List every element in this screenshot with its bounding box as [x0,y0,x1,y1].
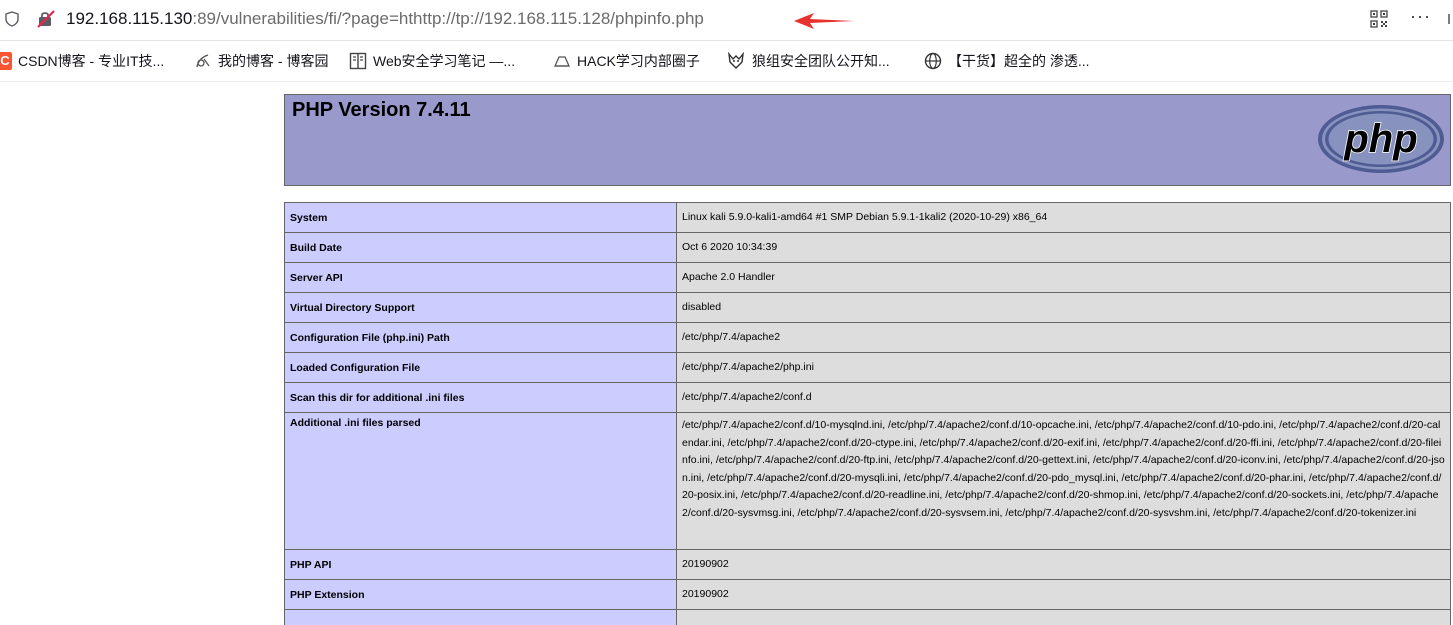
php-logo-icon[interactable]: php [1316,102,1446,176]
table-row: Server API Apache 2.0 Handler [284,262,1451,293]
bookmark-label: 我的博客 - 博客园 [218,53,329,69]
bookmark-hack-circle[interactable]: HACK学习内部圈子 [553,41,700,81]
table-row: Additional .ini files parsed /etc/php/7.… [284,412,1451,550]
row-value: /etc/php/7.4/apache2/php.ini [676,352,1451,383]
tent-icon [553,56,571,67]
bookmark-csdn[interactable]: C CSDN博客 - 专业IT技... [0,41,164,81]
row-key: PHP Extension [284,579,677,610]
row-value: /etc/php/7.4/apache2/conf.d [676,382,1451,413]
php-version-title: PHP Version 7.4.11 [292,99,471,121]
globe-icon [924,52,942,70]
row-key: Additional .ini files parsed [284,412,677,550]
php-logo-text: php [1343,117,1417,161]
bookmark-wolf-group[interactable]: 狼组安全团队公开知... [726,41,890,81]
row-key [284,609,677,625]
bookmark-pentest[interactable]: 【干货】超全的 渗透... [924,41,1090,81]
row-value: Linux kali 5.9.0-kali1-amd64 #1 SMP Debi… [676,202,1451,233]
url-path: :89/vulnerabilities/fi/?page=hthttp://tp… [192,9,704,28]
table-row: PHP API 20190902 [284,549,1451,580]
table-row [284,609,1451,625]
bookmark-label: 狼组安全团队公开知... [752,53,890,69]
table-row: System Linux kali 5.9.0-kali1-amd64 #1 S… [284,202,1451,233]
row-key: Configuration File (php.ini) Path [284,322,677,353]
row-value: disabled [676,292,1451,323]
row-value: /etc/php/7.4/apache2 [676,322,1451,353]
row-key: PHP API [284,549,677,580]
row-value: Oct 6 2020 10:34:39 [676,232,1451,263]
pin-icon[interactable] [1444,12,1453,26]
php-info-table: System Linux kali 5.9.0-kali1-amd64 #1 S… [284,202,1451,625]
bookmark-label: 【干货】超全的 渗透... [948,53,1090,69]
annotation-arrow-icon [794,13,854,29]
page-content: PHP Version 7.4.11 php System Linux kali… [0,82,1453,625]
bookmarks-bar: C CSDN博客 - 专业IT技... 我的博客 - 博客园 Web安全学习笔记… [0,41,1453,82]
row-value: 20190902 [676,549,1451,580]
table-row: Scan this dir for additional .ini files … [284,382,1451,413]
bookmark-cnblogs[interactable]: 我的博客 - 博客园 [194,41,328,81]
table-row: Configuration File (php.ini) Path /etc/p… [284,322,1451,353]
table-row: Build Date Oct 6 2020 10:34:39 [284,232,1451,263]
book-icon [349,52,367,70]
cnblogs-icon [196,54,210,68]
row-key: Loaded Configuration File [284,352,677,383]
row-key: Virtual Directory Support [284,292,677,323]
row-value: 20190902 [676,579,1451,610]
qr-code-icon[interactable] [1370,10,1388,28]
row-value: Apache 2.0 Handler [676,262,1451,293]
url-text[interactable]: 192.168.115.130:89/vulnerabilities/fi/?p… [66,9,704,29]
shield-icon[interactable] [4,11,20,27]
php-version-header: PHP Version 7.4.11 php [284,94,1451,186]
row-key: System [284,202,677,233]
bookmark-label: HACK学习内部圈子 [577,53,700,69]
csdn-logo-icon: C [0,52,12,70]
row-key: Build Date [284,232,677,263]
table-row: PHP Extension 20190902 [284,579,1451,610]
url-bar[interactable]: 192.168.115.130:89/vulnerabilities/fi/?p… [0,0,1453,41]
row-key: Server API [284,262,677,293]
more-actions-icon[interactable]: ··· [1410,6,1431,27]
insecure-lock-icon[interactable] [36,10,56,28]
url-host: 192.168.115.130 [66,9,193,28]
table-row: Loaded Configuration File /etc/php/7.4/a… [284,352,1451,383]
row-value: /etc/php/7.4/apache2/conf.d/10-mysqlnd.i… [676,412,1451,550]
row-key: Scan this dir for additional .ini files [284,382,677,413]
bookmark-label: CSDN博客 - 专业IT技... [18,53,165,69]
row-value [676,609,1451,625]
bookmark-web-security-notes[interactable]: Web安全学习笔记 —... [349,41,515,81]
wolf-icon [728,52,744,69]
table-row: Virtual Directory Support disabled [284,292,1451,323]
bookmark-label: Web安全学习笔记 —... [373,53,516,69]
